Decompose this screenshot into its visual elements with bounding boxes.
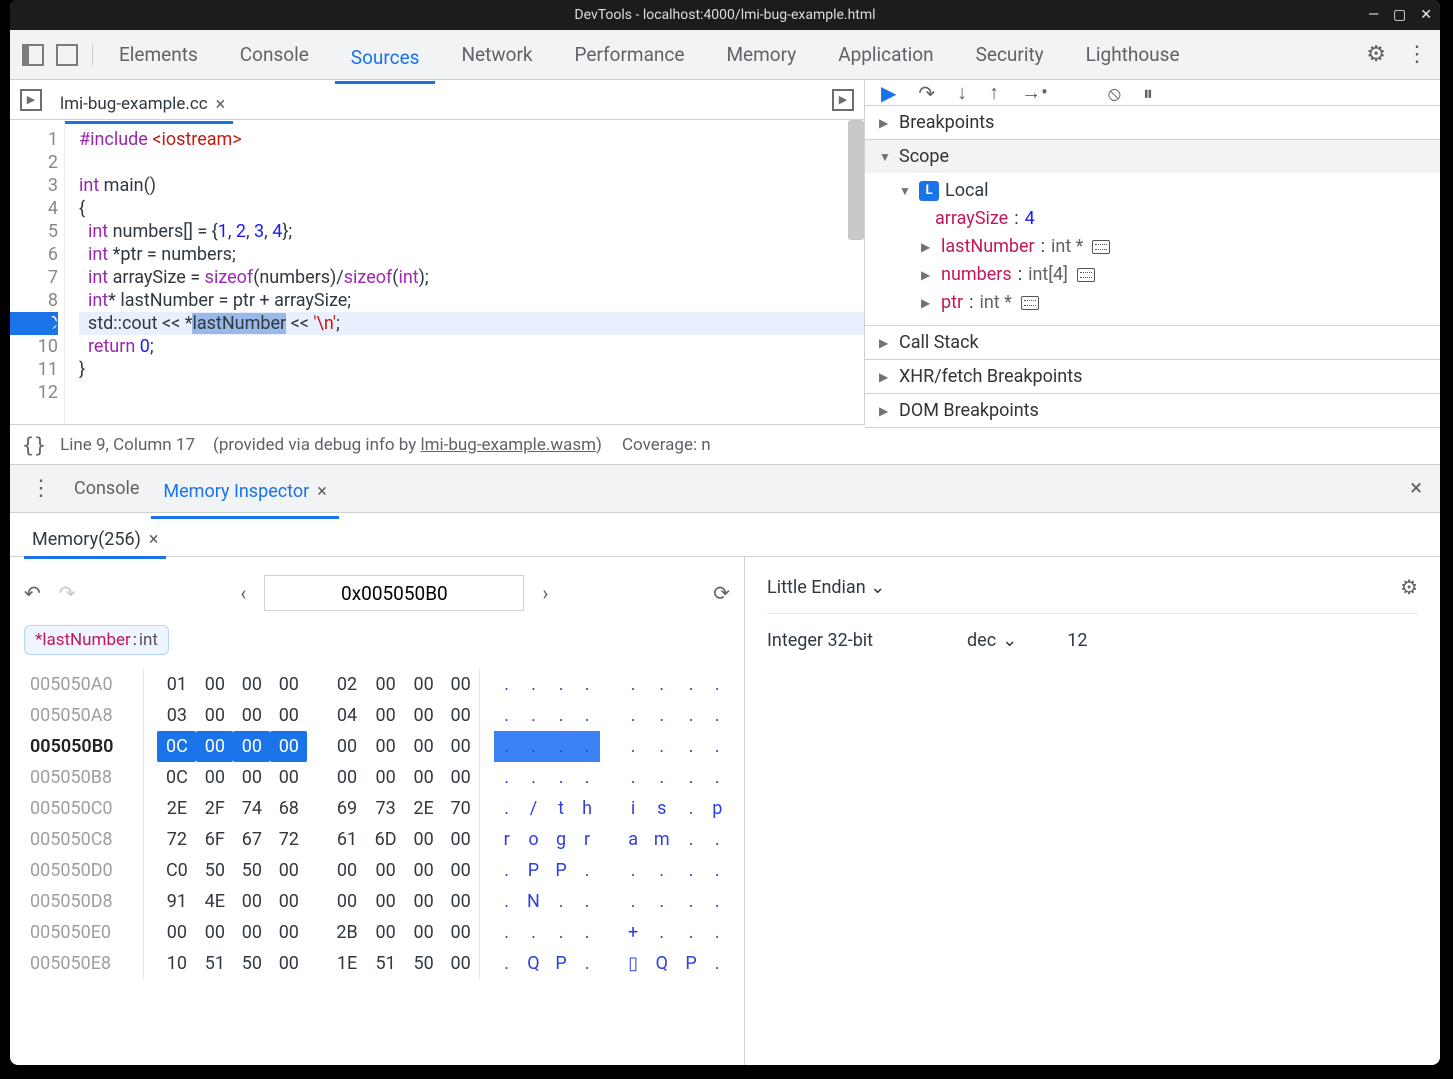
inspect-element-icon[interactable] — [22, 44, 44, 66]
tab-console[interactable]: Console — [224, 37, 325, 72]
tab-memory[interactable]: Memory — [710, 37, 812, 72]
memory-highlight-chip[interactable]: *lastNumber: int — [24, 625, 169, 655]
scope-local[interactable]: ▼LLocal — [899, 177, 1440, 205]
decoded-value: 12 — [1067, 630, 1087, 651]
drawer-tab-memory-inspector[interactable]: Memory Inspector × — [151, 473, 338, 519]
pretty-print-icon[interactable]: {} — [22, 433, 46, 457]
code-editor[interactable]: 123456789101112 #include <iostream> int … — [10, 120, 864, 424]
scope-lastnumber[interactable]: ▶lastNumber: int * — [899, 233, 1440, 261]
chevron-down-icon: ⌄ — [870, 577, 885, 598]
prev-page-icon[interactable]: ‹ — [240, 581, 246, 605]
minimize-icon[interactable]: — — [1368, 7, 1379, 23]
section-breakpoints[interactable]: ▶Breakpoints — [865, 106, 1440, 139]
tab-network[interactable]: Network — [445, 37, 548, 72]
close-memory-tab-icon[interactable]: × — [149, 529, 159, 550]
step-out-icon[interactable]: ↑ — [989, 80, 999, 105]
scope-ptr[interactable]: ▶ptr: int * — [899, 289, 1440, 317]
close-drawer-tab-icon[interactable]: × — [317, 481, 327, 502]
memory-icon[interactable] — [1021, 296, 1039, 310]
value-type-label: Integer 32-bit — [767, 630, 917, 651]
tab-lighthouse[interactable]: Lighthouse — [1070, 37, 1196, 72]
navigator-toggle-icon[interactable]: ▶ — [20, 89, 42, 111]
device-toolbar-icon[interactable] — [56, 44, 78, 66]
chevron-down-icon: ⌄ — [1002, 630, 1017, 651]
editor-statusbar: {} Line 9, Column 17 (provided via debug… — [10, 425, 1440, 465]
file-tab[interactable]: lmi-bug-example.cc × — [52, 88, 233, 124]
close-window-icon[interactable]: ✕ — [1420, 7, 1432, 23]
close-tab-icon[interactable]: × — [216, 94, 226, 115]
pause-exceptions-icon[interactable]: ⏸ — [1143, 81, 1153, 105]
tab-elements[interactable]: Elements — [103, 37, 214, 72]
redo-icon[interactable]: ↷ — [59, 581, 76, 605]
wasm-link[interactable]: lmi-bug-example.wasm — [421, 435, 597, 455]
debugger-toggle-icon[interactable]: ▶ — [832, 89, 854, 111]
drawer-menu-icon[interactable]: ⋮ — [20, 476, 62, 501]
tab-sources[interactable]: Sources — [335, 40, 436, 84]
memory-icon[interactable] — [1092, 240, 1110, 254]
more-menu-icon[interactable]: ⋮ — [1406, 42, 1428, 67]
deactivate-breakpoints-icon[interactable]: ⦸ — [1108, 81, 1121, 105]
drawer-tab-console[interactable]: Console — [62, 470, 151, 507]
debugger-toolbar: ▶ ↷ ↓ ↑ →• ⦸ ⏸ — [865, 80, 1440, 106]
value-settings-icon[interactable]: ⚙ — [1400, 575, 1418, 599]
memory-instance-tab[interactable]: Memory(256) × — [24, 523, 166, 559]
maximize-icon[interactable]: ▢ — [1393, 7, 1406, 23]
section-callstack[interactable]: ▶Call Stack — [865, 326, 1440, 359]
main-tabbar: Elements Console Sources Network Perform… — [10, 30, 1440, 80]
section-dom[interactable]: ▶DOM Breakpoints — [865, 394, 1440, 427]
tab-performance[interactable]: Performance — [559, 37, 701, 72]
scope-numbers[interactable]: ▶numbers: int[4] — [899, 261, 1440, 289]
representation-select[interactable]: dec ⌄ — [967, 630, 1017, 651]
refresh-icon[interactable]: ⟳ — [713, 581, 730, 605]
settings-gear-icon[interactable]: ⚙ — [1366, 42, 1386, 67]
step-over-icon[interactable]: ↷ — [918, 81, 935, 105]
window-title: DevTools - localhost:4000/lmi-bug-exampl… — [574, 7, 875, 23]
scrollbar[interactable] — [848, 120, 864, 240]
close-drawer-icon[interactable]: × — [1402, 476, 1430, 501]
resume-icon[interactable]: ▶ — [881, 81, 896, 105]
window-titlebar: DevTools - localhost:4000/lmi-bug-exampl… — [10, 0, 1440, 30]
section-scope[interactable]: ▼Scope — [865, 140, 1440, 173]
next-page-icon[interactable]: › — [542, 581, 548, 605]
step-into-icon[interactable]: ↓ — [957, 80, 967, 105]
undo-icon[interactable]: ↶ — [24, 581, 41, 605]
tab-security[interactable]: Security — [960, 37, 1060, 72]
step-icon[interactable]: →• — [1021, 80, 1048, 105]
memory-icon[interactable] — [1077, 268, 1095, 282]
endianness-select[interactable]: Little Endian ⌄ — [767, 577, 885, 598]
section-xhr[interactable]: ▶XHR/fetch Breakpoints — [865, 360, 1440, 393]
address-input[interactable] — [264, 575, 524, 611]
hex-viewer[interactable]: 005050A00100000002000000........005050A8… — [24, 669, 730, 979]
tab-application[interactable]: Application — [822, 37, 949, 72]
